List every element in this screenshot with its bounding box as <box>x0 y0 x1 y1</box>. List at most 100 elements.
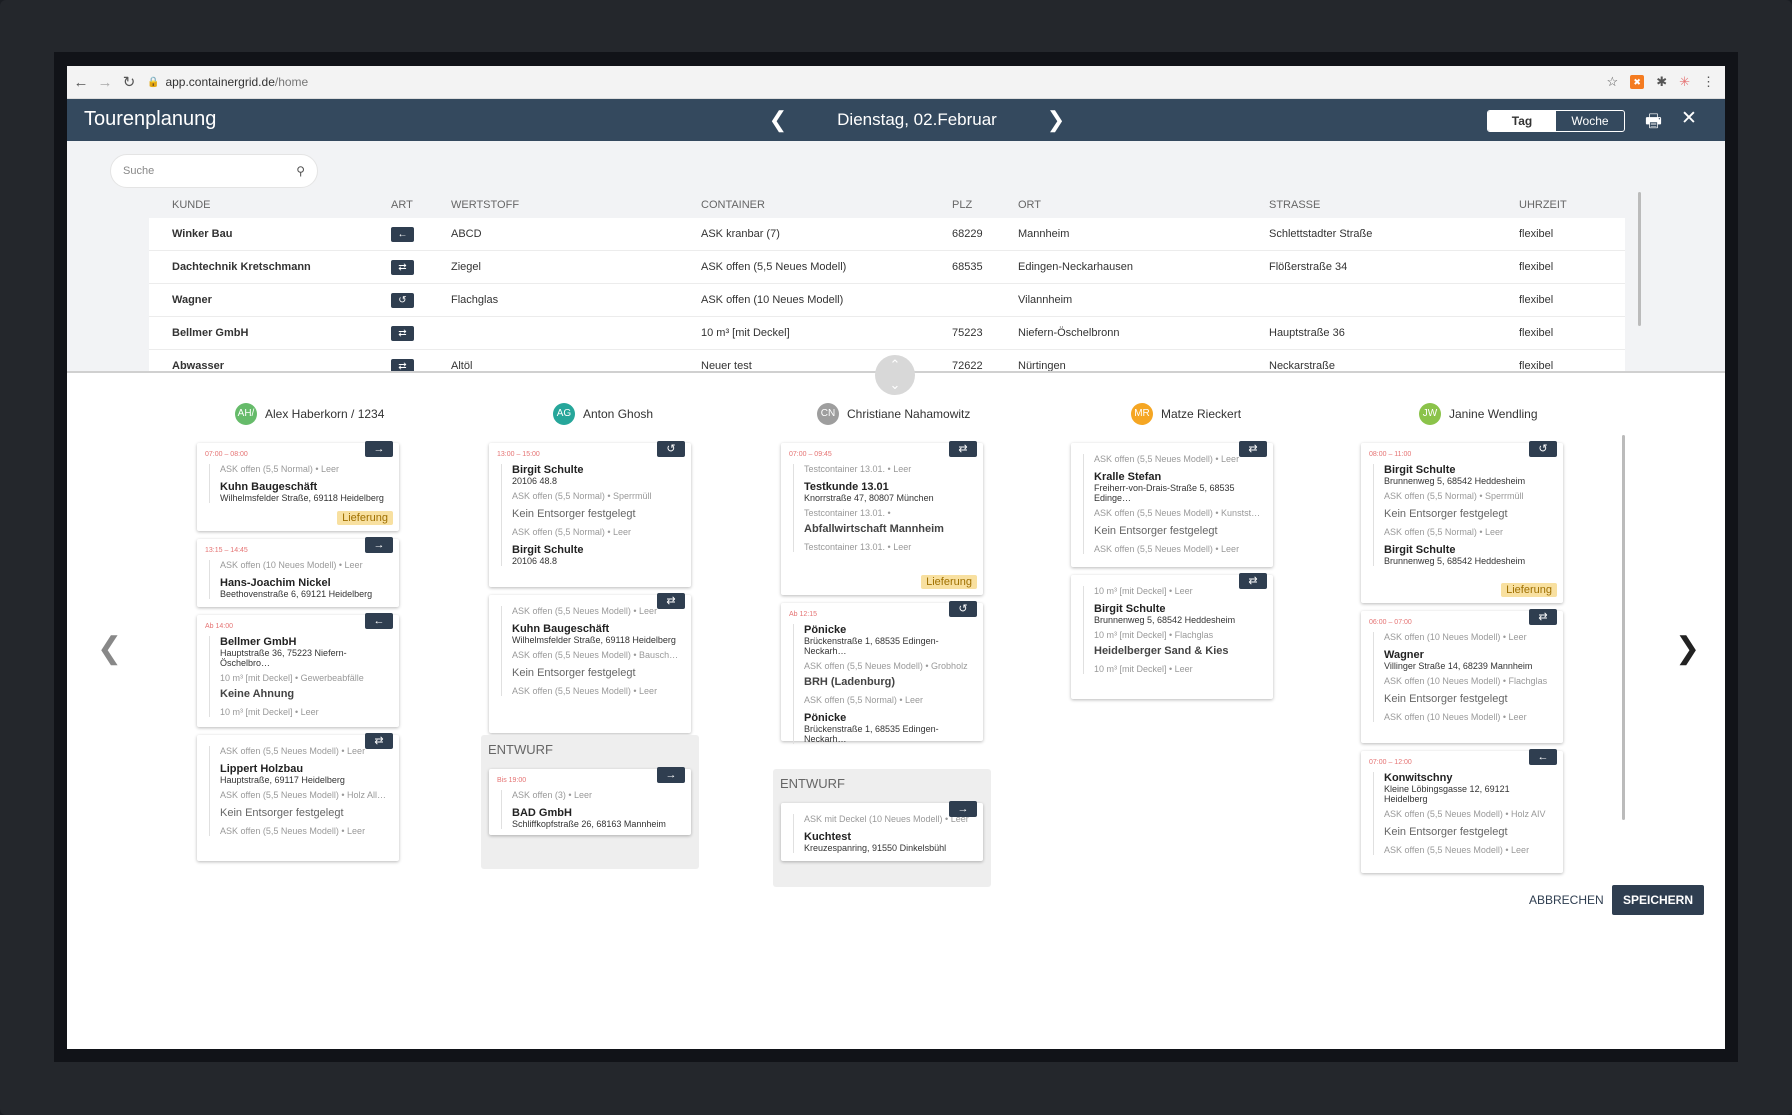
col-kunde[interactable]: KUNDE <box>149 199 391 211</box>
exchange-icon[interactable]: ⇄ <box>1239 441 1267 457</box>
no-disposer: Kein Entsorger festgelegt <box>512 667 636 679</box>
next-day-icon[interactable]: ❯ <box>1045 107 1067 133</box>
exchange-icon[interactable]: ⇄ <box>657 593 685 609</box>
delivery-icon[interactable]: → <box>949 801 977 817</box>
tour-card[interactable]: ⇄ ASK offen (5,5 Neues Modell) • Leer Kr… <box>1071 441 1273 567</box>
orders-table: KUNDE ART WERTSTOFF CONTAINER PLZ ORT ST… <box>149 192 1625 372</box>
customer-name: BAD GmbH <box>512 807 572 819</box>
tour-card[interactable]: → ASK mit Deckel (10 Neues Modell) • Lee… <box>781 801 983 861</box>
col-strasse[interactable]: STRASSE <box>1269 199 1519 211</box>
driver-header: JW Janine Wendling <box>1419 403 1538 425</box>
cell-uhrzeit: flexibel <box>1519 261 1554 273</box>
print-icon[interactable]: 🖶 <box>1645 109 1662 139</box>
customer-name: Bellmer GmbH <box>220 636 297 648</box>
puzzle-icon[interactable]: ✱ <box>1656 74 1667 90</box>
close-icon[interactable]: ✕ <box>1681 107 1697 130</box>
tour-card[interactable]: → 07:00 – 08:00 ASK offen (5,5 Normal) •… <box>197 441 399 531</box>
return-icon[interactable]: ↺ <box>949 601 977 617</box>
table-row[interactable]: Bellmer GmbH ⇄ 10 m³ [mit Deckel] 75223 … <box>149 317 1625 350</box>
avatar: AH/ <box>235 403 257 425</box>
customer-name: Pönicke <box>804 712 847 724</box>
search-input[interactable]: Suche ⚲ <box>110 154 318 188</box>
exchange-icon[interactable]: ⇄ <box>1529 609 1557 625</box>
search-icon[interactable]: ⚲ <box>296 164 305 178</box>
disposal-site: Abfallwirtschaft Mannheim <box>804 523 944 535</box>
save-button[interactable]: SPEICHERN <box>1612 885 1704 915</box>
exchange-icon[interactable]: ⇄ <box>1239 573 1267 589</box>
table-row[interactable]: Dachtechnik Kretschmann ⇄ Ziegel ASK off… <box>149 251 1625 284</box>
customer-address: Freiherr-von-Drais-Straße 5, 68535 Eding… <box>1094 483 1235 503</box>
avatar: AG <box>553 403 575 425</box>
tour-card[interactable]: ↺ Ab 12:15 Pönicke Brückenstraße 1, 6853… <box>781 601 983 744</box>
no-disposer: Kein Entsorger festgelegt <box>1384 826 1508 838</box>
cell-art: ⇄ <box>391 325 451 341</box>
tour-board: ❮ ❯ AH/ Alex Haberkorn / 1234 → 07:00 – … <box>67 373 1725 1049</box>
star-icon[interactable]: ☆ <box>1607 74 1619 90</box>
table-row[interactable]: Wagner ↺ Flachglas ASK offen (10 Neues M… <box>149 284 1625 317</box>
container-info: ASK offen (5,5 Neues Modell) • Grobholz <box>804 661 968 671</box>
customer-address: Schliffkopfstraße 26, 68163 Mannheim <box>512 819 666 829</box>
pickup-icon[interactable]: ← <box>1529 749 1557 765</box>
container-info: ASK offen (10 Neues Modell) • Leer <box>1384 712 1527 722</box>
board-next-icon[interactable]: ❯ <box>1675 631 1700 666</box>
tab-week[interactable]: Woche <box>1556 111 1624 131</box>
container-info: ASK offen (5,5 Neues Modell) • Leer <box>512 686 658 696</box>
reload-icon[interactable]: ↻ <box>119 73 139 91</box>
resize-handle-icon[interactable]: ⌃ ⌄ <box>875 355 915 395</box>
board-scrollbar[interactable] <box>1622 435 1625 820</box>
col-container[interactable]: CONTAINER <box>701 199 952 211</box>
extension2-icon[interactable]: ✳ <box>1679 74 1690 90</box>
tour-card[interactable]: ↺ 13:00 – 15:00 Birgit Schulte 20106 48.… <box>489 441 691 587</box>
tour-card[interactable]: ⇄ 07:00 – 09:45 Testcontainer 13.01. • L… <box>781 441 983 595</box>
tour-card[interactable]: → 13:15 – 14:45 ASK offen (10 Neues Mode… <box>197 537 399 607</box>
tour-card[interactable]: ⇄ 06:00 – 07:00 ASK offen (10 Neues Mode… <box>1361 609 1563 743</box>
time-window: Ab 14:00 <box>205 623 234 630</box>
address-bar[interactable]: 🔒 app.containergrid.de/home <box>147 75 308 89</box>
container-info: ASK offen (10 Neues Modell) • Flachglas <box>1384 676 1548 686</box>
tour-card[interactable]: ⇄ ASK offen (5,5 Neues Modell) • Leer Li… <box>197 733 399 861</box>
tour-card[interactable]: ⇄ ASK offen (5,5 Neues Modell) • Leer Ku… <box>489 593 691 733</box>
col-art[interactable]: ART <box>391 199 451 211</box>
tour-card[interactable]: ← Ab 14:00 Bellmer GmbH Hauptstraße 36, … <box>197 613 399 727</box>
container-info: ASK offen (5,5 Normal) • Leer <box>1384 527 1504 537</box>
tour-card[interactable]: ⇄ 10 m³ [mit Deckel] • Leer Birgit Schul… <box>1071 573 1273 699</box>
back-icon[interactable]: ← <box>71 74 91 91</box>
tour-card[interactable]: ← 07:00 – 12:00 Konwitschny Kleine Löbin… <box>1361 749 1563 873</box>
pickup-icon[interactable]: ← <box>365 613 393 629</box>
extension-icon[interactable]: ✖ <box>1630 75 1645 89</box>
board-prev-icon[interactable]: ❮ <box>97 631 122 666</box>
container-info: 10 m³ [mit Deckel] • Gewerbeabfälle <box>220 673 364 683</box>
delivery-icon[interactable]: → <box>365 441 393 457</box>
tour-card[interactable]: ↺ 08:00 – 11:00 Birgit Schulte Brunnenwe… <box>1361 441 1563 603</box>
customer-name: Kuchtest <box>804 831 852 843</box>
container-info: ASK offen (5,5 Neues Modell) • Leer <box>1384 845 1530 855</box>
table-row[interactable]: Winker Bau ← ABCD ASK kranbar (7) 68229 … <box>149 218 1625 251</box>
col-plz[interactable]: PLZ <box>952 199 1018 211</box>
cell-art: ← <box>391 226 451 242</box>
driver-name: Janine Wendling <box>1449 407 1538 421</box>
menu-dots-icon[interactable]: ⋮ <box>1702 74 1715 90</box>
customer-name: Kuhn Baugeschäft <box>220 481 318 493</box>
customer-name: Hans-Joachim Nickel <box>220 577 331 589</box>
delivery-icon[interactable]: → <box>657 767 685 783</box>
url-host: app.containergrid.de <box>165 75 275 89</box>
exchange-icon[interactable]: ⇄ <box>365 733 393 749</box>
container-info: ASK offen (5,5 Normal) • Leer <box>220 464 340 474</box>
col-wertstoff[interactable]: WERTSTOFF <box>451 199 701 211</box>
forward-icon[interactable]: → <box>95 74 115 91</box>
table-scrollbar[interactable] <box>1638 192 1641 326</box>
return-icon[interactable]: ↺ <box>657 441 685 457</box>
driver-name: Alex Haberkorn / 1234 <box>265 407 385 421</box>
prev-day-icon[interactable]: ❮ <box>767 107 789 133</box>
cancel-button[interactable]: ABBRECHEN <box>1529 893 1604 907</box>
return-icon[interactable]: ↺ <box>1529 441 1557 457</box>
col-uhrzeit[interactable]: UHRZEIT <box>1519 199 1609 211</box>
col-ort[interactable]: ORT <box>1018 199 1269 211</box>
cell-ort: Mannheim <box>1018 228 1070 240</box>
avatar: MR <box>1131 403 1153 425</box>
tour-card[interactable]: → Bis 19:00 ASK offen (3) • Leer BAD Gmb… <box>489 767 691 835</box>
exchange-icon[interactable]: ⇄ <box>949 441 977 457</box>
customer-name: Pönicke <box>804 624 847 636</box>
delivery-icon[interactable]: → <box>365 537 393 553</box>
tab-day[interactable]: Tag <box>1488 111 1556 131</box>
